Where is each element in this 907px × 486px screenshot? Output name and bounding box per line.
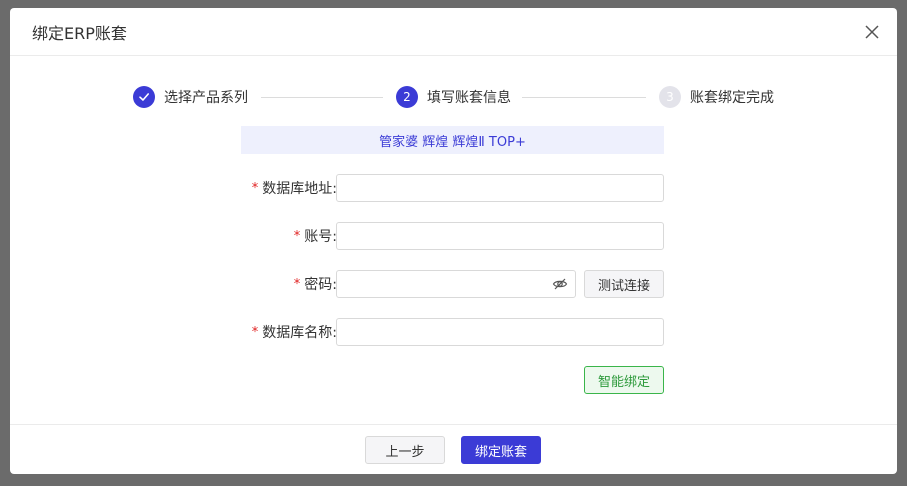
password-row: * 密码: 测试连接 [10, 270, 897, 298]
dialog-header: 绑定ERP账套 [10, 8, 897, 56]
step-3-indicator: 3 [659, 86, 681, 108]
dialog-footer: 上一步 绑定账套 [10, 424, 897, 474]
db-name-input[interactable] [336, 318, 664, 346]
account-row: * 账号: [10, 222, 897, 250]
step-bind-complete: 3 账套绑定完成 [659, 86, 774, 108]
close-button[interactable] [861, 21, 883, 43]
toggle-password-visibility[interactable] [552, 276, 568, 292]
smart-bind-button[interactable]: 智能绑定 [584, 366, 664, 394]
db-name-row: * 数据库名称: [10, 318, 897, 346]
required-mark: * [251, 324, 259, 340]
bind-account-button[interactable]: 绑定账套 [461, 436, 541, 464]
account-input[interactable] [336, 222, 664, 250]
step-2-label: 填写账套信息 [427, 90, 511, 106]
step-3-label: 账套绑定完成 [690, 90, 774, 106]
required-mark: * [251, 180, 259, 196]
step-1-indicator [133, 86, 155, 108]
required-mark: * [293, 276, 301, 292]
stepper: 选择产品系列 2 填写账套信息 3 账套绑定完成 [10, 86, 897, 108]
account-label: * 账号: [293, 228, 337, 246]
check-icon [139, 93, 149, 101]
product-series-banner: 管家婆 辉煌 辉煌Ⅱ TOP+ [241, 126, 664, 154]
close-icon [865, 25, 879, 39]
step-fill-info: 2 填写账套信息 [396, 86, 511, 108]
step-2-indicator: 2 [396, 86, 418, 108]
step-1-label: 选择产品系列 [164, 90, 248, 106]
step-connector-1 [261, 97, 383, 98]
dialog-title: 绑定ERP账套 [32, 23, 127, 43]
required-mark: * [293, 228, 301, 244]
password-input[interactable] [336, 270, 576, 298]
bind-erp-dialog: 绑定ERP账套 选择产品系列 2 填写账套信息 3 账套绑定完成 管家婆 辉煌 [10, 8, 897, 474]
step-connector-2 [522, 97, 646, 98]
db-address-row: * 数据库地址: [10, 174, 897, 202]
step-select-product: 选择产品系列 [133, 86, 248, 108]
password-label: * 密码: [293, 276, 337, 294]
previous-step-button[interactable]: 上一步 [365, 436, 445, 464]
test-connection-button[interactable]: 测试连接 [584, 270, 664, 298]
eye-off-icon [552, 278, 568, 290]
db-address-input[interactable] [336, 174, 664, 202]
db-name-label: * 数据库名称: [251, 324, 337, 342]
db-address-label: * 数据库地址: [251, 180, 337, 198]
